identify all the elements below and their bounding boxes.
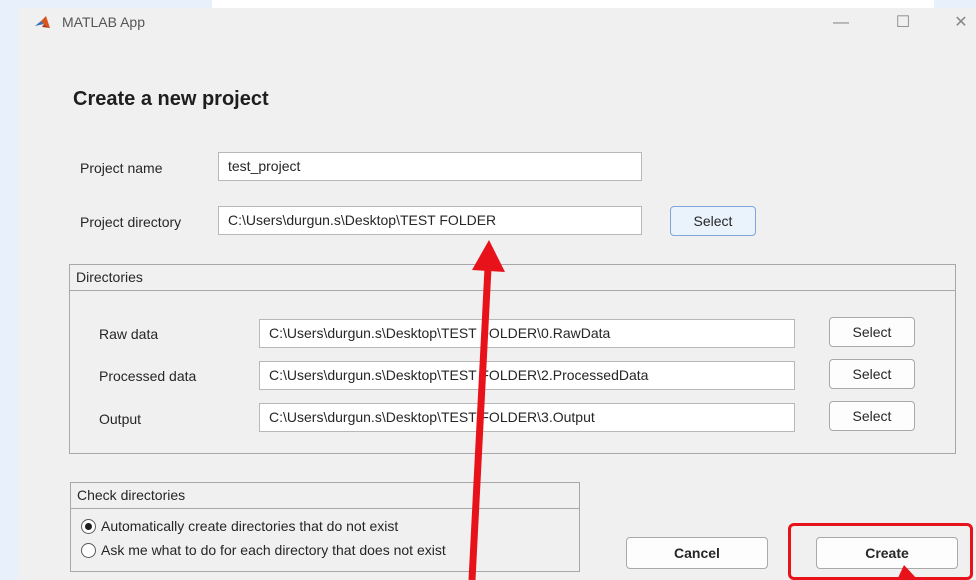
red-arrow-head-right	[897, 565, 918, 580]
red-arrow-head-left	[472, 240, 505, 272]
screenshot-stage: MATLAB App — ☐ ✕ Create a new project Pr…	[0, 0, 976, 580]
red-arrow-shaft-left	[468, 267, 492, 580]
annotation-arrows	[468, 240, 918, 580]
